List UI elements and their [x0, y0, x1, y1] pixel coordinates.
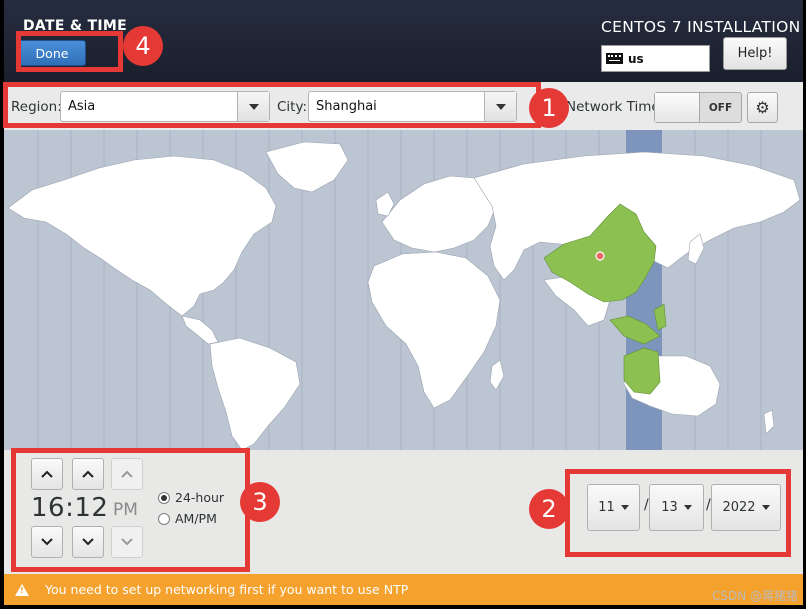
warning-message: You need to set up networking first if y… [45, 582, 409, 597]
warning-icon: ! [15, 583, 29, 596]
annotation-box-4 [16, 31, 123, 72]
keyboard-layout-indicator[interactable]: us [601, 45, 710, 72]
annotation-box-1 [3, 82, 541, 128]
world-map[interactable] [4, 130, 803, 450]
network-time-toggle[interactable]: OFF [654, 92, 742, 123]
annotation-number-3: 3 [240, 482, 280, 522]
help-button[interactable]: Help! [723, 37, 787, 70]
annotation-number-1: 1 [529, 88, 569, 128]
city-pin [595, 251, 605, 261]
keyboard-icon [606, 53, 623, 64]
installer-title: CENTOS 7 INSTALLATION [601, 18, 801, 36]
gear-icon: ⚙ [755, 98, 770, 117]
toggle-knob [655, 93, 700, 122]
annotation-number-2: 2 [529, 489, 569, 529]
annotation-box-2 [565, 469, 791, 557]
network-time-label: Network Time [566, 99, 660, 115]
keyboard-layout-label: us [628, 51, 644, 66]
annotation-box-3 [11, 448, 250, 572]
warning-bar: ! You need to set up networking first if… [4, 574, 803, 605]
annotation-number-4: 4 [123, 26, 163, 66]
timezone-map[interactable] [4, 130, 803, 450]
toggle-state: OFF [708, 101, 733, 114]
ntp-settings-button[interactable]: ⚙ [747, 92, 778, 123]
watermark: CSDN @蒋猪猪 [711, 589, 798, 603]
